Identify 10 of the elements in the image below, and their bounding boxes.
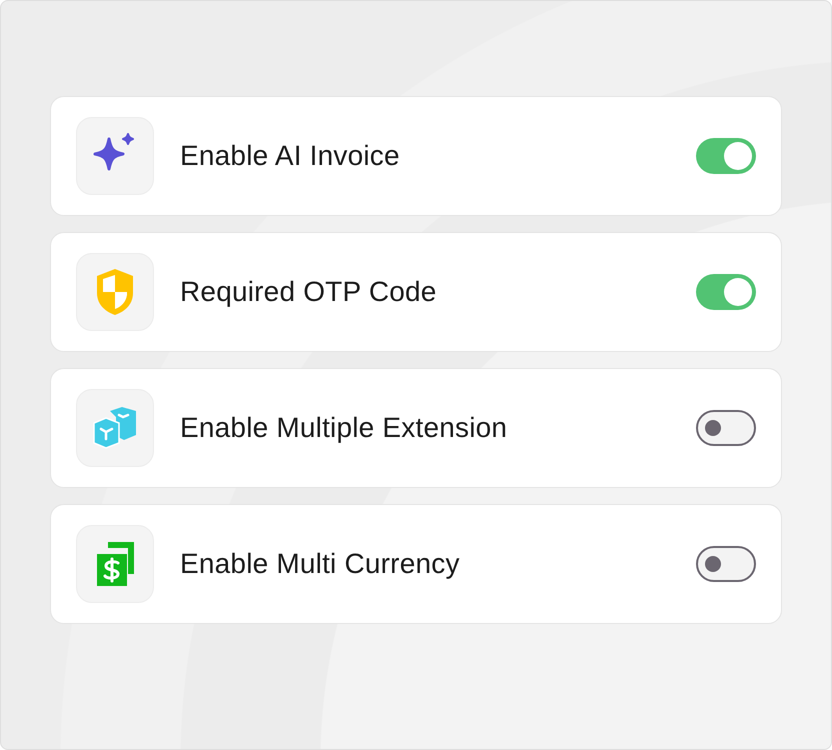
- setting-label: Enable Multi Currency: [180, 548, 461, 580]
- setting-label: Enable AI Invoice: [180, 140, 401, 172]
- toggle-switch[interactable]: [696, 410, 756, 446]
- shield-icon: [94, 267, 136, 317]
- toggle-switch[interactable]: [696, 274, 756, 310]
- setting-label: Enable Multiple Extension: [180, 412, 508, 444]
- cubes-icon: [92, 405, 138, 451]
- toggle-switch[interactable]: [696, 546, 756, 582]
- toggle-switch[interactable]: [696, 138, 756, 174]
- setting-label: Required OTP Code: [180, 276, 438, 308]
